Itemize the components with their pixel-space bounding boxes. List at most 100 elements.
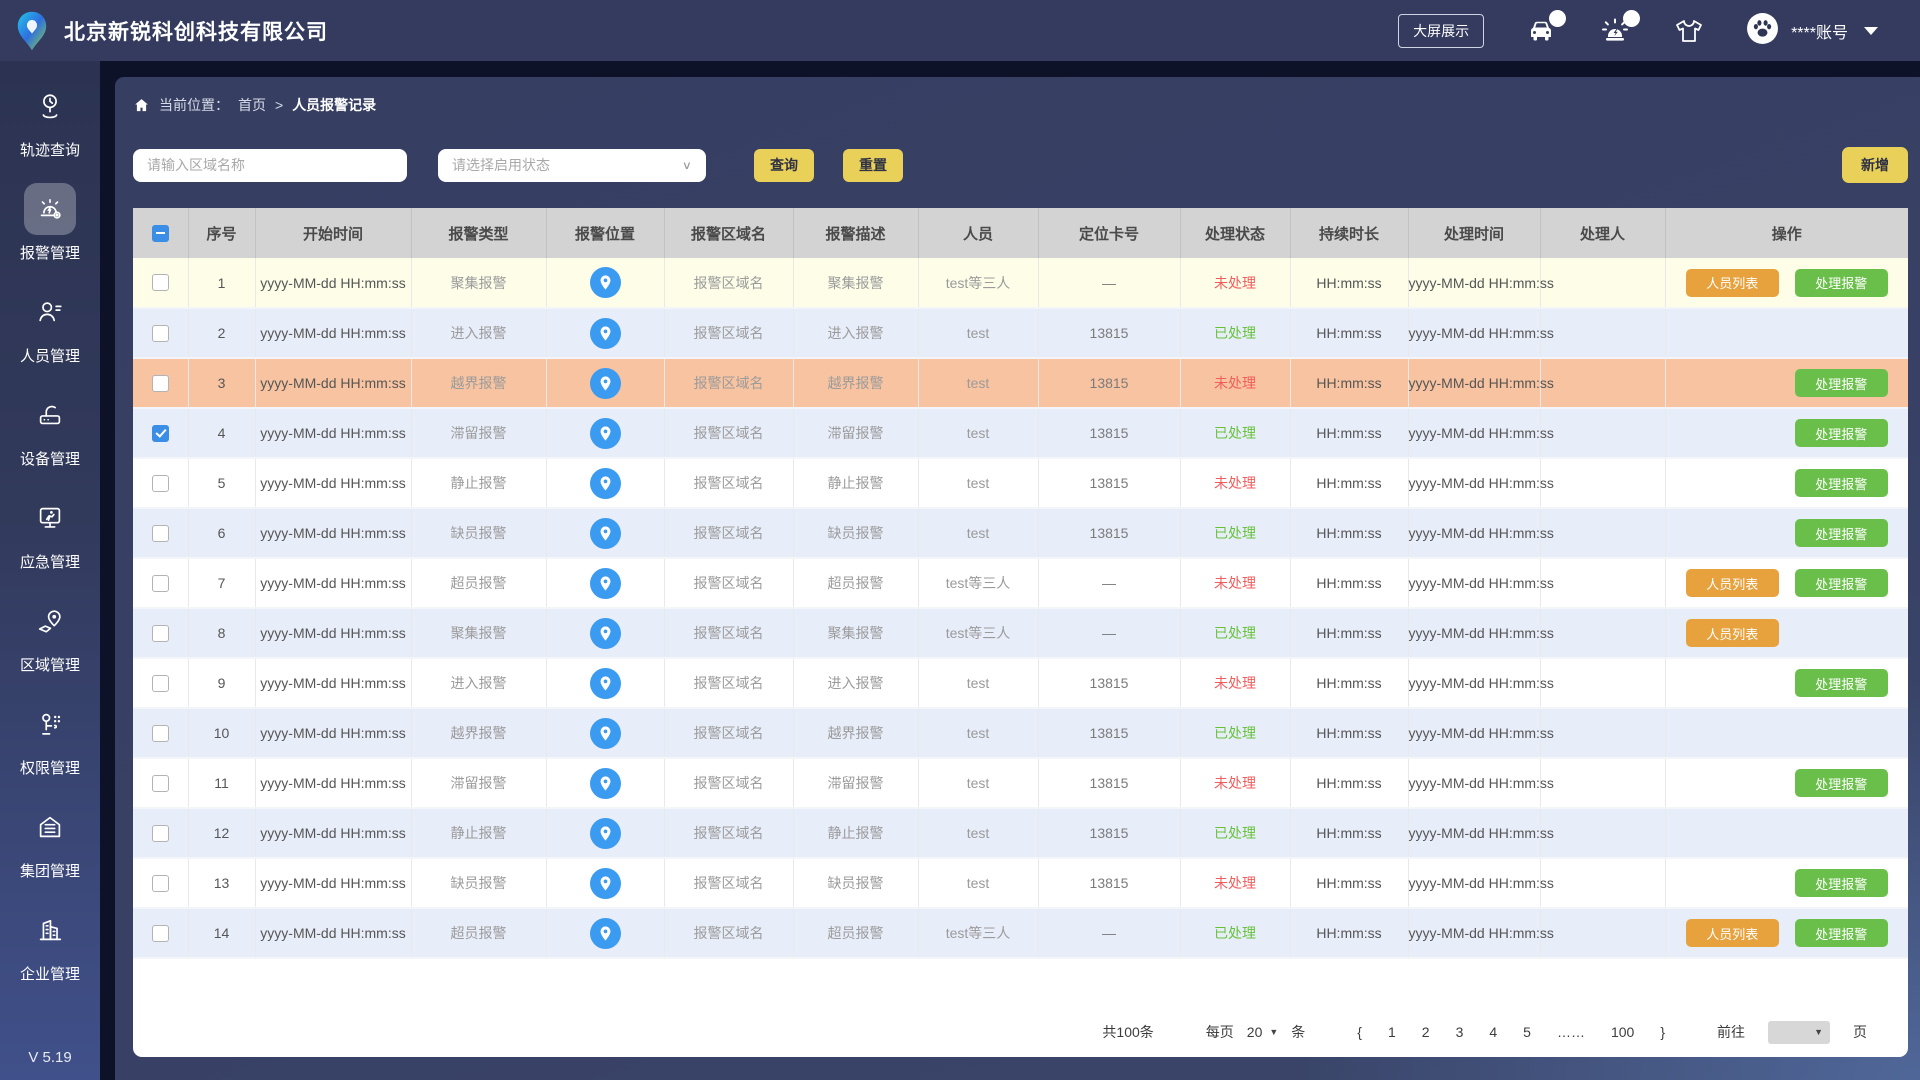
row-checkbox[interactable] xyxy=(151,774,169,792)
person-list-button[interactable]: 人员列表 xyxy=(1685,919,1779,947)
account-caret-icon[interactable] xyxy=(1864,26,1878,35)
location-pin-icon[interactable] xyxy=(589,917,621,949)
cell-card-number: 13815 xyxy=(1038,408,1181,459)
handle-alarm-button[interactable]: 处理报警 xyxy=(1794,469,1888,497)
location-pin-icon[interactable] xyxy=(589,867,621,899)
cell-handle-status: 未处理 xyxy=(1180,358,1291,409)
table-row: 12 yyyy-MM-dd HH:mm:ss 静止报警 报警区域名 静止报警 test 13… xyxy=(133,808,1908,859)
handle-alarm-button[interactable]: 处理报警 xyxy=(1794,919,1888,947)
row-checkbox[interactable] xyxy=(151,374,169,392)
page-number-3[interactable]: 3 xyxy=(1443,1024,1477,1040)
person-list-button[interactable]: 人员列表 xyxy=(1685,268,1779,297)
col-header: 报警区域名 xyxy=(664,208,794,258)
row-checkbox[interactable] xyxy=(151,724,169,742)
cell-start-time: yyyy-MM-dd HH:mm:ss xyxy=(255,558,412,609)
cell-duration: HH:mm:ss xyxy=(1290,558,1409,609)
status-select[interactable]: 请选择启用状态 ∨ xyxy=(438,148,706,182)
account-area[interactable]: ****账号 xyxy=(1746,12,1878,50)
sidebar-item-6[interactable]: 区域管理 xyxy=(0,595,100,698)
sidebar-item-5[interactable]: 应急管理 xyxy=(0,492,100,595)
breadcrumb-home[interactable]: 首页 xyxy=(238,95,266,115)
vehicle-icon[interactable] xyxy=(1524,9,1567,48)
row-checkbox[interactable] xyxy=(151,474,169,492)
location-pin-icon[interactable] xyxy=(589,817,621,849)
enterprise-manage-icon xyxy=(39,919,62,941)
handle-alarm-button[interactable]: 处理报警 xyxy=(1794,268,1888,297)
row-checkbox[interactable] xyxy=(151,324,169,342)
cell-index: 9 xyxy=(188,658,256,709)
siren-icon[interactable] xyxy=(1598,9,1641,48)
sidebar-item-7[interactable]: 权限管理 xyxy=(0,698,100,801)
bigscreen-button[interactable]: 大屏展示 xyxy=(1398,13,1485,48)
select-all-checkbox[interactable] xyxy=(151,224,169,242)
handle-alarm-button[interactable]: 处理报警 xyxy=(1794,519,1888,547)
cell-person: test xyxy=(918,408,1039,459)
location-pin-icon[interactable] xyxy=(589,317,621,349)
goto-page-select[interactable]: ▼ xyxy=(1768,1020,1830,1044)
sidebar-item-1[interactable]: 轨迹查询 xyxy=(0,80,100,183)
cell-alarm-location xyxy=(546,508,665,559)
row-checkbox[interactable] xyxy=(151,574,169,592)
location-pin-icon[interactable] xyxy=(589,367,621,399)
cell-operations: 人员列表处理报警 xyxy=(1665,358,1908,409)
col-header: 处理状态 xyxy=(1180,208,1291,258)
page-number-2[interactable]: 2 xyxy=(1409,1024,1443,1040)
cell-duration: HH:mm:ss xyxy=(1290,458,1409,509)
page-number-1[interactable]: 1 xyxy=(1375,1024,1409,1040)
row-checkbox[interactable] xyxy=(151,674,169,692)
handle-alarm-button[interactable]: 处理报警 xyxy=(1794,369,1888,397)
handle-alarm-button[interactable]: 处理报警 xyxy=(1794,869,1888,897)
status-select-value: 请选择启用状态 xyxy=(452,157,550,173)
area-name-input[interactable] xyxy=(133,148,407,182)
query-button[interactable]: 查询 xyxy=(754,148,814,182)
handle-alarm-button[interactable]: 处理报警 xyxy=(1794,419,1888,447)
sidebar-item-4[interactable]: 设备管理 xyxy=(0,389,100,492)
location-pin-icon[interactable] xyxy=(589,717,621,749)
location-pin-icon[interactable] xyxy=(589,267,621,298)
handle-alarm-button[interactable]: 处理报警 xyxy=(1794,669,1888,697)
sidebar-item-8[interactable]: 集团管理 xyxy=(0,801,100,904)
row-checkbox[interactable] xyxy=(151,924,169,942)
row-checkbox[interactable] xyxy=(151,824,169,842)
row-checkbox[interactable] xyxy=(151,274,169,292)
main-panel: 当前位置： 首页 > 人员报警记录 请选择启用状态 ∨ 查询 重置 新增 序号 开始时… xyxy=(115,77,1920,1080)
cell-handler xyxy=(1540,658,1666,709)
reset-button[interactable]: 重置 xyxy=(843,148,903,182)
cell-start-time: yyyy-MM-dd HH:mm:ss xyxy=(255,908,412,959)
handle-alarm-button[interactable]: 处理报警 xyxy=(1794,769,1888,797)
person-manage-icon xyxy=(39,302,62,322)
row-checkbox[interactable] xyxy=(151,624,169,642)
cell-alarm-desc: 聚集报警 xyxy=(793,608,919,659)
person-list-button[interactable]: 人员列表 xyxy=(1685,619,1779,647)
location-pin-icon[interactable] xyxy=(589,417,621,449)
sidebar-item-9[interactable]: 企业管理 xyxy=(0,904,100,1007)
sidebar-item-label: 报警管理 xyxy=(19,245,80,262)
cell-alarm-type: 聚集报警 xyxy=(411,608,547,659)
handle-alarm-button[interactable]: 处理报警 xyxy=(1794,569,1888,597)
location-pin-icon[interactable] xyxy=(589,617,621,649)
page-number-4[interactable]: 4 xyxy=(1476,1024,1510,1040)
per-page-select[interactable]: 20 ▼ xyxy=(1247,1024,1279,1040)
prev-page-button[interactable]: { xyxy=(1344,1024,1375,1040)
next-page-button[interactable]: } xyxy=(1647,1024,1678,1040)
sidebar-item-2[interactable]: 报警管理 xyxy=(0,183,100,286)
cell-person: test xyxy=(918,308,1039,359)
cell-alarm-area: 报警区域名 xyxy=(664,308,794,359)
sidebar-item-3[interactable]: 人员管理 xyxy=(0,286,100,389)
add-button[interactable]: 新增 xyxy=(1842,147,1908,183)
shirt-icon[interactable] xyxy=(1672,14,1706,48)
cell-handle-time: yyyy-MM-dd HH:mm:ss xyxy=(1408,758,1554,809)
cell-alarm-type: 静止报警 xyxy=(411,458,547,509)
row-checkbox[interactable] xyxy=(151,874,169,892)
location-pin-icon[interactable] xyxy=(589,667,621,699)
row-checkbox[interactable] xyxy=(151,524,169,542)
page-number-last[interactable]: 100 xyxy=(1598,1024,1647,1040)
breadcrumb: 当前位置： 首页 > 人员报警记录 xyxy=(133,95,1920,115)
location-pin-icon[interactable] xyxy=(589,767,621,799)
person-list-button[interactable]: 人员列表 xyxy=(1685,569,1779,597)
location-pin-icon[interactable] xyxy=(589,467,621,499)
location-pin-icon[interactable] xyxy=(589,517,621,549)
page-number-5[interactable]: 5 xyxy=(1510,1024,1544,1040)
row-checkbox[interactable] xyxy=(151,424,169,442)
location-pin-icon[interactable] xyxy=(589,567,621,599)
